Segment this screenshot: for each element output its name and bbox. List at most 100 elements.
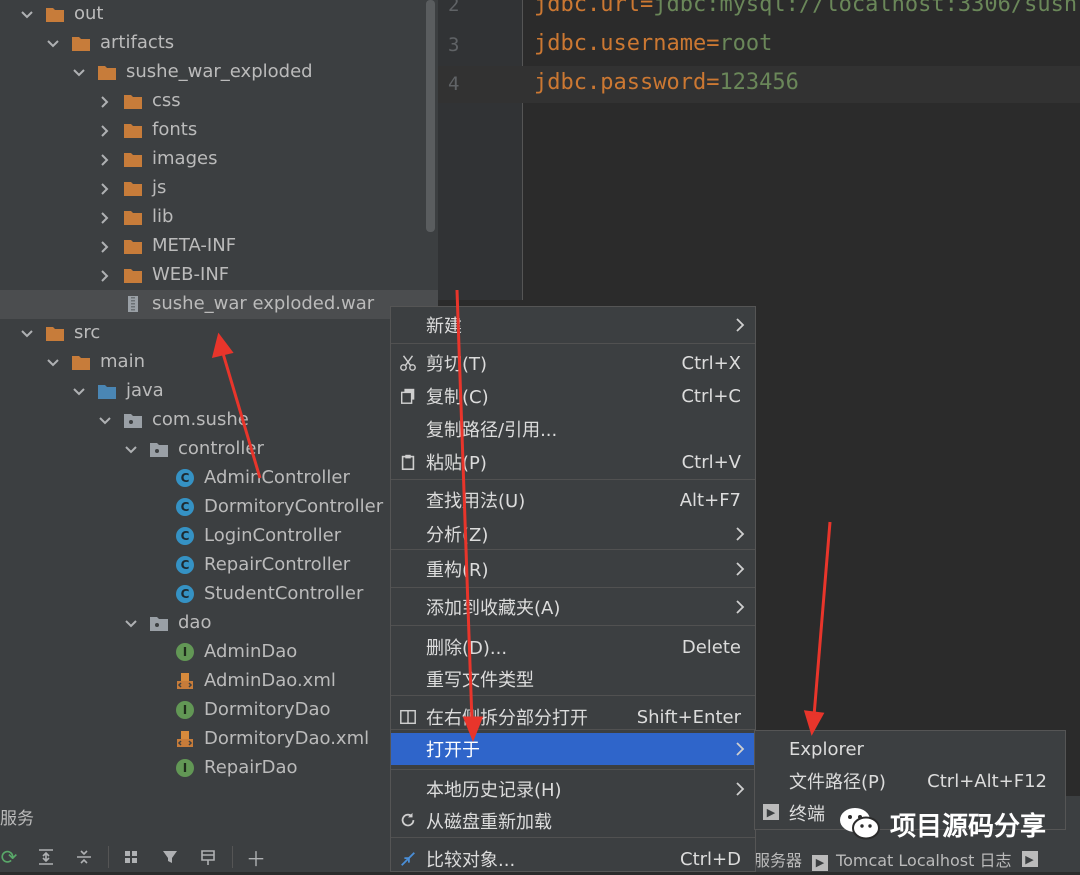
chevron-right-icon[interactable] [98,269,112,283]
tree-item[interactable]: src [0,319,438,348]
tree-item[interactable]: DormitoryDao.xml [0,725,438,754]
code-line[interactable]: jdbc.url=jdbc:mysql://localhost:3306/sus… [534,0,1077,17]
tree-item[interactable]: I AdminDao [0,638,438,667]
chevron-right-icon[interactable] [98,240,112,254]
menu-item[interactable]: 比较对象... Ctrl+D [391,843,755,875]
tree-item[interactable]: controller [0,435,438,464]
menu-item[interactable]: 打开于 [391,733,755,765]
tree-item[interactable]: C RepairController [0,551,438,580]
chevron-down-icon[interactable] [46,37,60,51]
tree-item[interactable]: C DormitoryController [0,493,438,522]
chevron-down-icon[interactable] [20,8,34,22]
tree-item[interactable]: WEB-INF [0,261,438,290]
tree-item[interactable]: I RepairDao [0,754,438,783]
menu-item-label: 删除(D)... [426,638,508,659]
tree-item[interactable]: fonts [0,116,438,145]
watermark-text: 项目源码分享 [890,811,1047,842]
code-line[interactable]: jdbc.password=123456 [534,70,799,95]
tree-item-label: META-INF [152,235,237,256]
chevron-down-icon[interactable] [72,66,86,80]
tree-item[interactable]: artifacts [0,29,438,58]
tree-item[interactable]: lib [0,203,438,232]
tree-item[interactable]: C AdminController [0,464,438,493]
expand-all-icon[interactable] [32,842,60,872]
interface-icon: I [175,700,195,720]
menu-item-label: 添加到收藏夹(A) [426,598,561,619]
menu-item[interactable]: 删除(D)... Delete [391,631,755,663]
property-value: root [719,31,773,56]
gutter-divider [522,0,523,300]
tree-item-label: fonts [152,119,198,140]
tree-item[interactable]: dao [0,609,438,638]
chevron-right-icon[interactable] [98,124,112,138]
menu-item[interactable]: 从磁盘重新加载 [391,805,755,837]
chevron-down-icon[interactable] [72,385,86,399]
tab-tomcat-log[interactable]: ▶ Tomcat Localhost 日志 [812,847,1012,871]
tree-item[interactable]: sushe_war exploded.war [0,290,438,319]
tree-item[interactable]: C StudentController [0,580,438,609]
tree-item[interactable]: I DormitoryDao [0,696,438,725]
tree-item[interactable]: css [0,87,438,116]
chevron-down-icon[interactable] [98,414,112,428]
tree-item[interactable]: out [0,0,438,29]
menu-item[interactable]: 本地历史记录(H) [391,773,755,805]
tree-item[interactable]: C LoginController [0,522,438,551]
add-icon[interactable]: ＋ [242,842,270,872]
chevron-down-icon[interactable] [20,327,34,341]
menu-item[interactable]: 添加到收藏夹(A) [391,591,755,623]
menu-item[interactable]: 复制路径/引用... [391,413,755,445]
menu-item[interactable]: 重写文件类型 [391,663,755,695]
submenu-item-file-path[interactable]: 文件路径(P) Ctrl+Alt+F12 [755,765,1065,797]
tree-item[interactable]: sushe_war_exploded [0,58,438,87]
filter-icon[interactable] [156,842,184,872]
code-line[interactable]: jdbc.username=root [534,31,772,56]
chevron-right-icon[interactable] [98,211,112,225]
interface-icon: I [175,758,195,778]
chevron-right-icon[interactable] [98,95,112,109]
menu-item[interactable]: 剪切(T) Ctrl+X [391,347,755,379]
menu-item[interactable]: 分析(Z) [391,518,755,550]
menu-item[interactable]: 新建 [391,309,755,341]
services-tab-bar: 服务器 ▶ Tomcat Localhost 日志 ▶ [754,846,1046,872]
chevron-down-icon[interactable] [46,356,60,370]
pin-icon[interactable] [194,842,222,872]
xml-file-icon [175,671,195,691]
menu-separator [391,695,755,696]
tree-item[interactable]: images [0,145,438,174]
collapse-all-icon[interactable] [70,842,98,872]
chevron-down-icon[interactable] [124,443,138,457]
menu-item-label: 从磁盘重新加载 [426,812,552,833]
chevron-down-icon[interactable] [124,617,138,631]
group-icon[interactable] [118,842,146,872]
menu-item[interactable]: 查找用法(U) Alt+F7 [391,484,755,516]
tree-item[interactable]: js [0,174,438,203]
tree-item[interactable]: com.sushe [0,406,438,435]
chevron-right-icon[interactable] [98,182,112,196]
folder-icon [123,236,143,256]
tree-item-label: main [100,351,145,372]
menu-item-label: 分析(Z) [426,525,489,546]
xml-file-icon [175,729,195,749]
chevron-right-icon[interactable] [98,153,112,167]
folder-icon [97,62,117,82]
tree-scrollbar[interactable] [426,0,435,232]
tree-item[interactable]: main [0,348,438,377]
menu-item[interactable]: 重构(R) [391,553,755,585]
chevron-right-icon [733,599,747,615]
rerun-icon[interactable]: ⟳ [0,842,18,872]
tree-item[interactable]: AdminDao.xml [0,667,438,696]
menu-item-shortcut: Ctrl+X [681,352,741,374]
submenu-item-explorer[interactable]: Explorer [755,733,1065,765]
menu-item[interactable]: 在右侧拆分部分打开 Shift+Enter [391,701,755,733]
tree-item-label: RepairController [204,554,351,575]
menu-separator [391,343,755,344]
property-key: jdbc.username [534,31,707,56]
tab-servers[interactable]: 服务器 [754,847,802,871]
menu-item-label: 剪切(T) [426,354,488,375]
tree-item[interactable]: java [0,377,438,406]
tree-item[interactable]: META-INF [0,232,438,261]
tree-item-label: js [152,177,167,198]
menu-item[interactable]: 复制(C) Ctrl+C [391,380,755,412]
log-icon[interactable]: ▶ [1021,851,1038,867]
menu-item[interactable]: 粘贴(P) Ctrl+V [391,446,755,478]
